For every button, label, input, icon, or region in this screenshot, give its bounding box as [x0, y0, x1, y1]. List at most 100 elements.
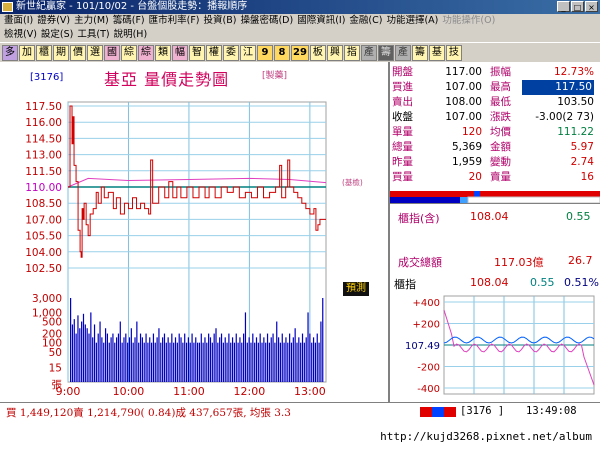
toolbar-button[interactable]: 權 [206, 44, 222, 61]
menu-item[interactable]: 投資(B) [204, 14, 237, 28]
toolbar-button[interactable]: 8 [274, 44, 290, 61]
menu-item[interactable]: 主力(M) [74, 14, 109, 28]
watermark-url: http://kujd3268.pixnet.net/album [380, 430, 592, 443]
mini-index-header: 櫃指 108.04 0.55 0.51% [390, 274, 600, 291]
volume-bar [213, 333, 215, 382]
price-tick-label: 114.50 [25, 133, 62, 145]
close-button[interactable]: × [585, 1, 598, 12]
maximize-button[interactable]: □ [571, 1, 584, 12]
volume-bar [143, 342, 145, 382]
volume-bar [254, 342, 256, 382]
volume-bar [130, 328, 132, 382]
minimize-button[interactable]: _ [557, 1, 570, 12]
volume-bar [156, 337, 158, 382]
toolbar-button[interactable]: 櫃 [36, 44, 52, 61]
volume-bar [197, 342, 199, 382]
toolbar-button[interactable]: 綜 [138, 44, 154, 61]
quote-row: 買量 20 賣量 16 [392, 170, 598, 185]
window-title: 新世紀贏家 - 101/10/02 - 台盤個股走勢：播報順序 [16, 1, 248, 12]
volume-bar [185, 342, 188, 382]
volume-bar [266, 333, 269, 382]
app-icon [2, 2, 13, 12]
menu-item[interactable]: 證券(V) [37, 14, 70, 28]
toolbar-button[interactable]: 價 [70, 44, 86, 61]
turnover-label: 成交總額 [398, 256, 442, 269]
volume-bar [97, 333, 99, 382]
menu-item[interactable]: 功能選擇(A) [386, 14, 438, 28]
toolbar-button[interactable]: 籌 [411, 44, 428, 61]
quote-label: 最高 [490, 81, 511, 93]
toolbar-button[interactable]: 產 [360, 44, 377, 61]
quote-value: 2.74 [570, 156, 594, 168]
toolbar-button[interactable]: 國 [104, 44, 120, 61]
volume-bar [233, 342, 236, 382]
volume-bar [127, 342, 129, 382]
menu-item[interactable]: 國際資訊(I) [297, 14, 345, 28]
volume-bar [217, 342, 219, 382]
volume-bar [219, 337, 221, 382]
menu-item[interactable]: 畫面(I) [4, 14, 33, 28]
quote-row: 昨量 1,959 變動 2.74 [392, 155, 598, 170]
toolbar-button[interactable]: 興 [326, 44, 343, 61]
toolbar-button[interactable]: 委 [223, 44, 239, 61]
toolbar-button[interactable]: 幅 [172, 44, 188, 61]
menu-item[interactable]: 籌碼(F) [113, 14, 145, 28]
status-stock-code[interactable]: [3176 ] [460, 405, 504, 417]
volume-bar [283, 342, 285, 382]
toolbar-button[interactable]: 產 [394, 44, 411, 61]
volume-bar [73, 319, 75, 382]
toolbar-button[interactable]: 籌 [377, 44, 394, 61]
toolbar-button[interactable]: 指 [343, 44, 360, 61]
volume-bar [287, 342, 289, 382]
time-tick-label: 9:00 [56, 385, 81, 398]
volume-bar [178, 333, 180, 382]
status-bar: 買 1,449,120賣 1,214,790( 0.84)成 437,657張,… [0, 402, 600, 420]
volume-bar [119, 321, 121, 382]
volume-bar [208, 333, 210, 382]
volume-bar [285, 337, 287, 382]
menu-item[interactable]: 功能操作(O) [442, 14, 495, 28]
toolbar-button[interactable]: 基 [428, 44, 445, 61]
menu-item[interactable]: 工具(T) [77, 28, 109, 42]
volume-bar [309, 333, 311, 382]
toolbar-button[interactable]: 江 [240, 44, 256, 61]
price-tick-label: 102.50 [25, 263, 62, 275]
volume-bar [112, 333, 114, 382]
volume-bar [171, 333, 173, 382]
toolbar-button[interactable]: 多 [2, 44, 18, 61]
toolbar-button[interactable]: 選 [87, 44, 103, 61]
volume-bar [141, 337, 143, 382]
status-clock: 13:49:08 [526, 405, 577, 417]
toolbar-button[interactable]: 板 [309, 44, 326, 61]
quote-label: 金額 [490, 141, 511, 153]
toolbar-button[interactable]: 智 [189, 44, 205, 61]
quote-label: 最低 [490, 96, 511, 108]
volume-bar [114, 342, 116, 382]
toolbar-button[interactable]: 類 [155, 44, 171, 61]
volume-bar [263, 337, 265, 382]
volume-bar [165, 342, 167, 382]
window-titlebar: 新世紀贏家 - 101/10/02 - 台盤個股走勢：播報順序 _ □ × [0, 0, 600, 14]
toolbar-button[interactable]: 技 [445, 44, 462, 61]
menu-item[interactable]: 金融(C) [349, 14, 382, 28]
menu-item[interactable]: 操盤密碼(D) [240, 14, 293, 28]
toolbar-button[interactable]: 期 [53, 44, 69, 61]
volume-bar [239, 337, 241, 382]
industry-tag[interactable]: [製藥] [262, 68, 287, 81]
volume-bar [241, 342, 243, 382]
volume-bar [312, 337, 315, 382]
predict-button[interactable]: 預測 [343, 282, 369, 296]
price-tick-label: 117.50 [25, 101, 62, 113]
menu-item[interactable]: 匯市利率(F) [149, 14, 200, 28]
toolbar-button[interactable]: 29 [291, 44, 309, 61]
menu-item[interactable]: 檢視(V) [4, 28, 37, 42]
menu-item[interactable]: 設定(S) [41, 28, 73, 42]
volume-bar [222, 342, 224, 382]
toolbar-button[interactable]: 加 [19, 44, 35, 61]
volume-bar [71, 324, 74, 382]
volume-bar [257, 342, 259, 382]
volume-bar [134, 337, 136, 382]
toolbar-button[interactable]: 9 [257, 44, 273, 61]
toolbar-button[interactable]: 綜 [121, 44, 137, 61]
menu-item[interactable]: 說明(H) [114, 28, 148, 42]
